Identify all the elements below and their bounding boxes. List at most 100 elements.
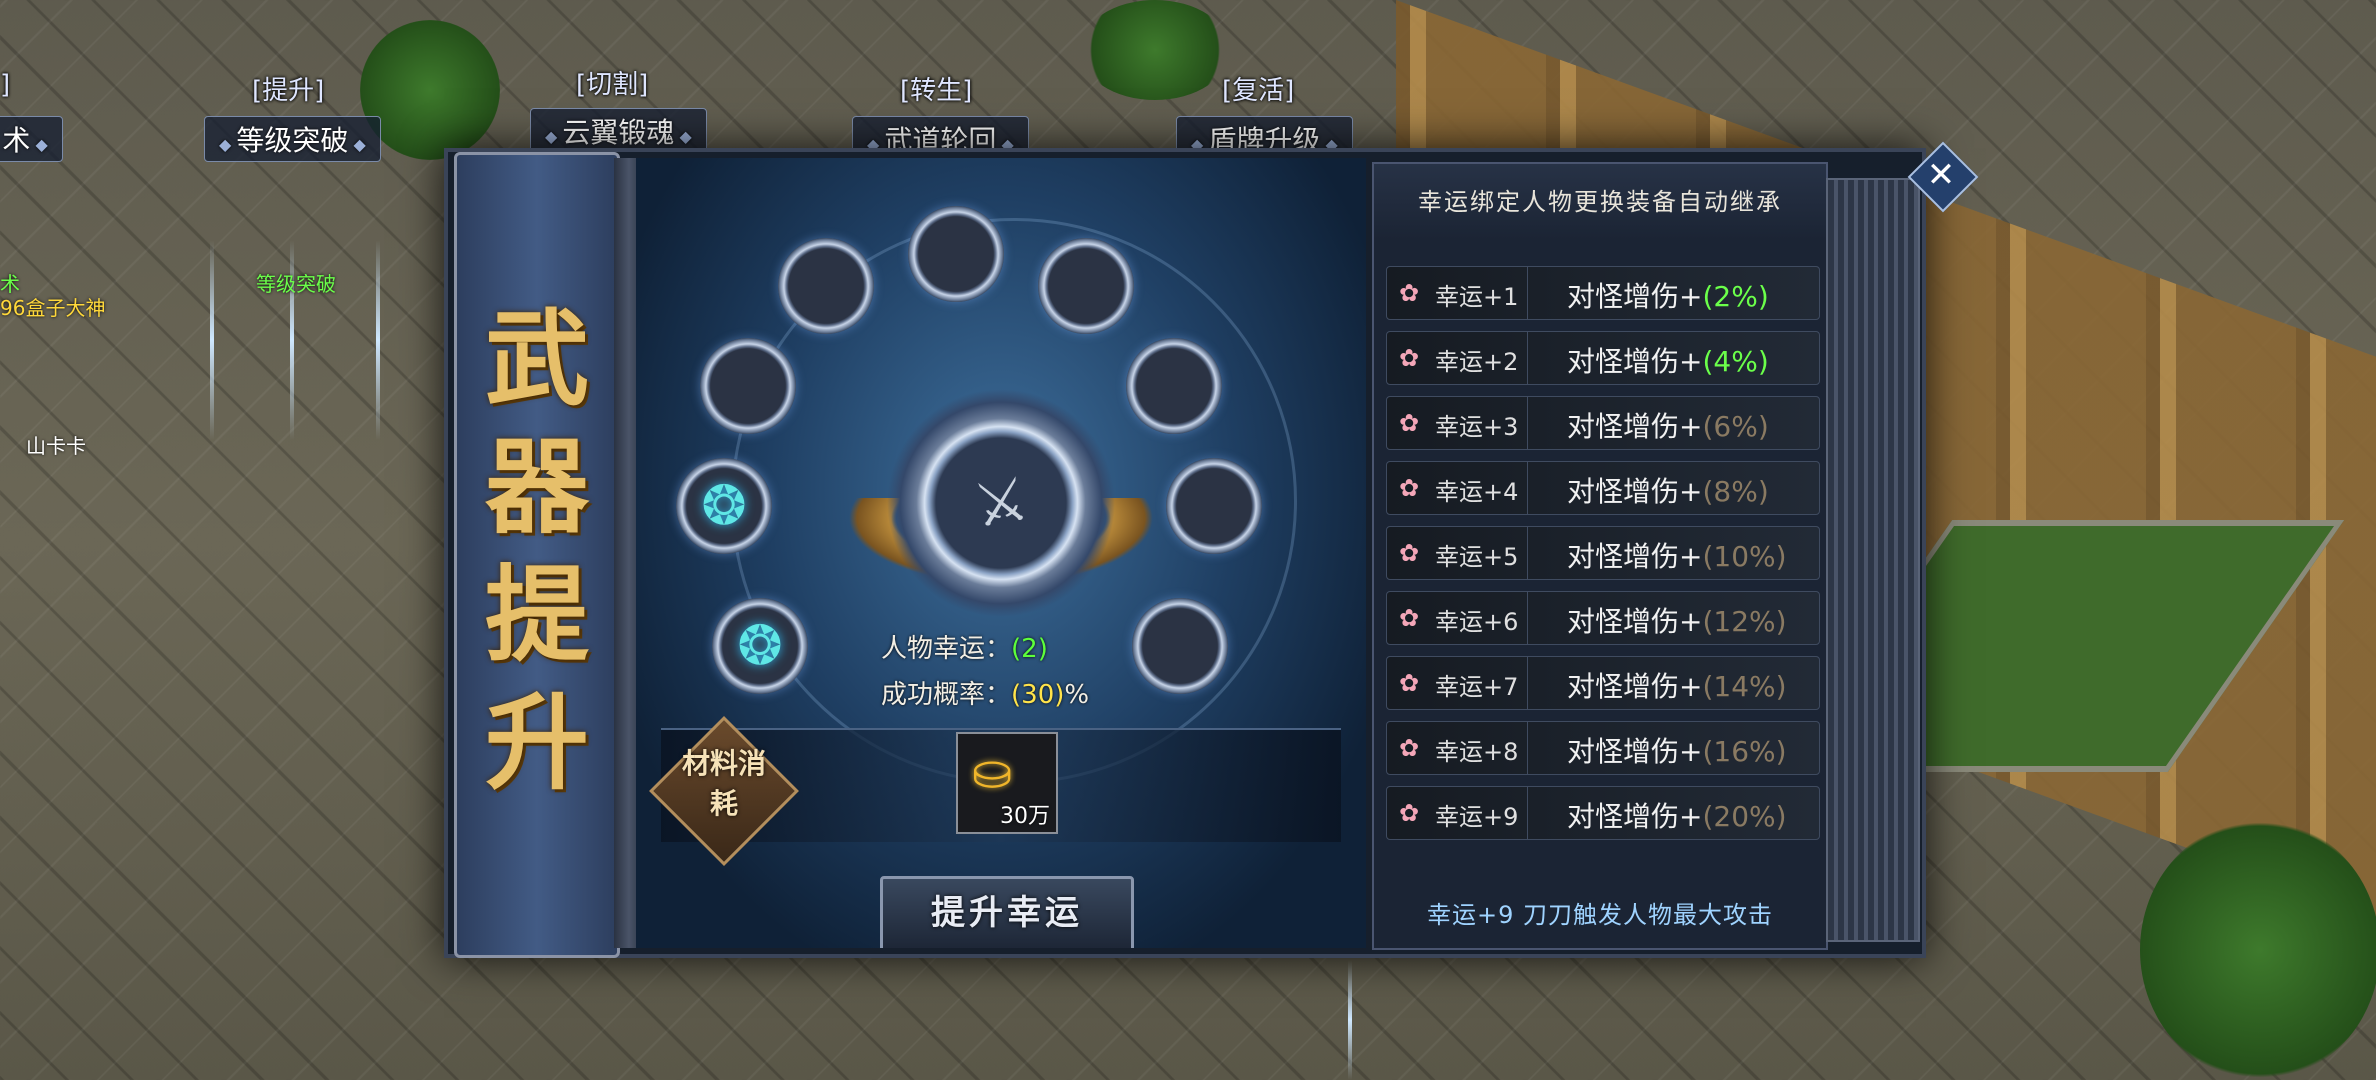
effect-prefix: 对怪增伤+ (1567, 280, 1703, 313)
npc-tag-rebirth: [转生] (900, 76, 973, 106)
npc-title-left[interactable]: 术 (0, 116, 63, 162)
panel-footer: 幸运+9 刀刀触发人物最大攻击 (1426, 901, 1773, 929)
row-divider (1527, 787, 1528, 839)
material-item-slot[interactable]: ⛀ 30万 (956, 732, 1058, 834)
close-icon[interactable]: ✕ (1918, 152, 1964, 198)
light-beam (210, 240, 214, 440)
luck-row: ✿ 幸运+7 对怪增伤+(14%) (1386, 656, 1820, 710)
rate-value: (30) (1011, 680, 1065, 710)
blossom-icon: ✿ (1399, 409, 1420, 437)
luck-row: ✿ 幸运+2 对怪增伤+(4%) (1386, 331, 1820, 385)
luck-level: 幸运+6 (1435, 608, 1519, 636)
effect-prefix: 对怪增伤+ (1567, 735, 1703, 768)
gold-ingot-icon: ⛀ (972, 744, 1013, 800)
blossom-icon: ✿ (1399, 799, 1420, 827)
effect-percent: (6%) (1702, 410, 1769, 443)
title-banner: 武器提升 (454, 152, 620, 958)
npc-name-upgrade[interactable]: 等级突破 (256, 268, 336, 297)
blossom-icon: ✿ (1399, 474, 1420, 502)
panel-header: 幸运绑定人物更换装备自动继承 (1374, 164, 1826, 240)
material-count: 30万 (1000, 804, 1050, 829)
effect-text: 对怪增伤+(4%) (1567, 340, 1769, 380)
sword-icon: ⚔ (968, 463, 1034, 543)
success-rate-stat: 成功概率：(30)% (881, 674, 1089, 711)
luck-level: 幸运+9 (1435, 803, 1519, 831)
row-divider (1527, 527, 1528, 579)
upgrade-luck-button[interactable]: 提升幸运 (880, 876, 1134, 948)
player-guild-name[interactable]: 96盒子大神 (0, 292, 105, 321)
effect-text: 对怪增伤+(20%) (1567, 795, 1787, 835)
luck-value: (2) (1011, 634, 1048, 664)
luck-slot-4[interactable] (700, 338, 796, 434)
luck-row: ✿ 幸运+6 对怪增伤+(12%) (1386, 591, 1820, 645)
row-divider (1527, 722, 1528, 774)
npc-title-upgrade[interactable]: 等级突破 (204, 116, 381, 162)
luck-row: ✿ 幸运+1 对怪增伤+(2%) (1386, 266, 1820, 320)
row-divider (1527, 592, 1528, 644)
effect-percent: (4%) (1702, 345, 1769, 378)
luck-row: ✿ 幸运+4 对怪增伤+(8%) (1386, 461, 1820, 515)
luck-slot-5[interactable] (1126, 338, 1222, 434)
blossom-icon: ✿ (1399, 539, 1420, 567)
row-divider (1527, 462, 1528, 514)
effect-percent: (10%) (1702, 540, 1787, 573)
luck-level: 幸运+2 (1435, 348, 1519, 376)
luck-level: 幸运+7 (1435, 673, 1519, 701)
blossom-icon: ✿ (1399, 344, 1420, 372)
luck-level: 幸运+8 (1435, 738, 1519, 766)
effect-text: 对怪增伤+(10%) (1567, 535, 1787, 575)
luck-slot-6-filled[interactable] (676, 458, 772, 554)
row-divider (1527, 397, 1528, 449)
effect-prefix: 对怪增伤+ (1567, 605, 1703, 638)
effect-text: 对怪增伤+(12%) (1567, 600, 1787, 640)
luck-label: 人物幸运： (881, 634, 1012, 664)
luck-row: ✿ 幸运+5 对怪增伤+(10%) (1386, 526, 1820, 580)
rate-label: 成功概率： (881, 680, 1012, 710)
material-label: 材料消耗 (681, 747, 766, 820)
luck-level: 幸运+4 (1435, 478, 1519, 506)
luck-slot-9[interactable] (1132, 598, 1228, 694)
luck-row: ✿ 幸运+9 对怪增伤+(20%) (1386, 786, 1820, 840)
luck-level: 幸运+3 (1435, 413, 1519, 441)
luck-slot-2[interactable] (778, 238, 874, 334)
blossom-icon: ✿ (1399, 734, 1420, 762)
effect-prefix: 对怪增伤+ (1567, 410, 1703, 443)
blossom-icon: ✿ (1399, 669, 1420, 697)
luck-level: 幸运+1 (1435, 283, 1519, 311)
luck-slot-1[interactable] (908, 206, 1004, 302)
bush (2140, 820, 2376, 1080)
bush (360, 20, 500, 160)
effect-text: 对怪增伤+(6%) (1567, 405, 1769, 445)
effect-text: 对怪增伤+(14%) (1567, 665, 1787, 705)
luck-level: 幸运+5 (1435, 543, 1519, 571)
effect-prefix: 对怪增伤+ (1567, 800, 1703, 833)
blossom-icon: ✿ (1399, 279, 1420, 307)
upgrade-stage: ⚔ 人物幸运：(2) 成功概率：(30)% 材料消耗 ⛀ 30万 提升幸运 (636, 158, 1366, 948)
book-page-edge (1826, 178, 1920, 942)
effect-percent: (20%) (1702, 800, 1787, 833)
light-beam (1348, 960, 1352, 1080)
effect-prefix: 对怪增伤+ (1567, 475, 1703, 508)
luck-row: ✿ 幸运+8 对怪增伤+(16%) (1386, 721, 1820, 775)
weapon-slot[interactable]: ⚔ (886, 388, 1116, 618)
effect-text: 对怪增伤+(2%) (1567, 275, 1769, 315)
rate-suffix: % (1064, 680, 1090, 710)
luck-slot-8-filled[interactable] (712, 598, 808, 694)
effect-text: 对怪增伤+(16%) (1567, 730, 1787, 770)
bush (1080, 0, 1230, 100)
npc-tag-left: ] (0, 70, 11, 100)
npc-tag-revive: [复活] (1222, 76, 1295, 106)
row-divider (1527, 267, 1528, 319)
effect-text: 对怪增伤+(8%) (1567, 470, 1769, 510)
effect-prefix: 对怪增伤+ (1567, 540, 1703, 573)
row-divider (1527, 657, 1528, 709)
effect-percent: (2%) (1702, 280, 1769, 313)
player-name[interactable]: 山卡卡 (26, 430, 86, 459)
effect-percent: (12%) (1702, 605, 1787, 638)
effect-percent: (8%) (1702, 475, 1769, 508)
luck-row: ✿ 幸运+3 对怪增伤+(6%) (1386, 396, 1820, 450)
row-divider (1527, 332, 1528, 384)
luck-stat: 人物幸运：(2) (881, 628, 1048, 665)
effect-percent: (14%) (1702, 670, 1787, 703)
luck-slot-3[interactable] (1038, 238, 1134, 334)
